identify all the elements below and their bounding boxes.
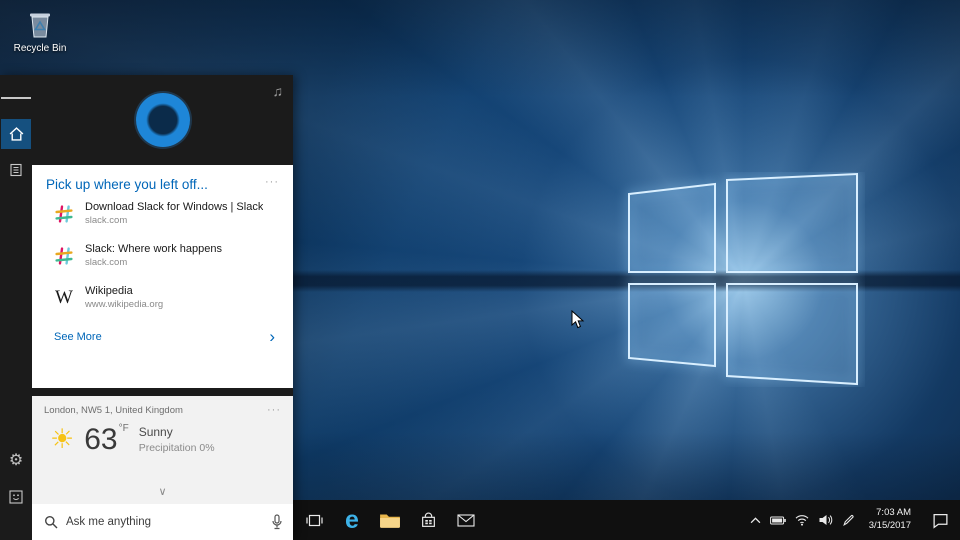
pickup-card: Pick up where you left off... ··· Downlo… xyxy=(32,165,293,388)
cortana-main: ♫ Pick up where you left off... ··· xyxy=(32,75,293,540)
mouse-cursor xyxy=(571,310,585,330)
notebook-icon xyxy=(9,163,23,177)
more-options-icon[interactable]: ··· xyxy=(267,405,281,416)
file-explorer-button[interactable] xyxy=(371,500,409,540)
battery-icon xyxy=(770,515,786,526)
action-center-button[interactable] xyxy=(925,500,955,540)
weather-card[interactable]: London, NW5 1, United Kingdom ··· ☀ 63°F… xyxy=(32,396,293,504)
more-options-icon[interactable]: ··· xyxy=(265,177,279,188)
file-explorer-icon xyxy=(379,511,401,529)
list-item-slack-home[interactable]: Slack: Where work happens slack.com xyxy=(46,234,279,276)
temperature-unit: °F xyxy=(119,423,129,434)
pickup-card-title: Pick up where you left off... xyxy=(46,177,208,192)
chevron-down-icon: ∨ xyxy=(158,486,166,498)
list-item-title: Slack: Where work happens xyxy=(85,243,222,255)
volume-tray-button[interactable] xyxy=(818,500,833,540)
store-icon xyxy=(420,512,437,529)
feedback-smiley-icon xyxy=(9,490,23,504)
hamburger-menu-button[interactable] xyxy=(1,83,31,113)
weather-condition: Sunny xyxy=(139,425,215,439)
mail-icon xyxy=(457,514,475,527)
pen-icon xyxy=(842,514,855,527)
recycle-bin-shortcut[interactable]: Recycle Bin xyxy=(8,8,72,54)
home-icon xyxy=(9,127,24,141)
cortana-rail: ⚙ xyxy=(0,75,32,540)
slack-icon xyxy=(54,204,74,224)
battery-tray-button[interactable] xyxy=(770,500,786,540)
list-item-subtitle: slack.com xyxy=(85,257,222,268)
weather-summary: ☀ 63°F Sunny Precipitation 0% xyxy=(44,424,281,455)
weather-temperature: 63°F xyxy=(84,424,128,455)
taskbar-spacer xyxy=(485,500,750,540)
list-item-subtitle: www.wikipedia.org xyxy=(85,299,163,310)
desktop-screen: Recycle Bin ⚙ xyxy=(0,0,960,540)
chevron-right-icon: › xyxy=(269,328,275,345)
windows-ink-button[interactable] xyxy=(842,500,855,540)
store-button[interactable] xyxy=(409,500,447,540)
list-item-title: Wikipedia xyxy=(85,285,163,297)
list-item-slack-download[interactable]: Download Slack for Windows | Slack slack… xyxy=(46,192,279,234)
chevron-up-icon xyxy=(750,517,761,524)
feedback-button[interactable] xyxy=(1,482,31,512)
see-more-label: See More xyxy=(54,331,102,343)
network-tray-button[interactable] xyxy=(795,500,809,540)
weather-location: London, NW5 1, United Kingdom xyxy=(44,405,183,416)
slack-icon xyxy=(54,246,74,266)
gear-icon: ⚙ xyxy=(9,453,23,469)
list-item-wikipedia[interactable]: W Wikipedia www.wikipedia.org xyxy=(46,276,279,318)
clock-date: 3/15/2017 xyxy=(869,520,911,533)
edge-browser-button[interactable]: e xyxy=(333,500,371,540)
cortana-logo xyxy=(136,93,190,147)
settings-button[interactable]: ⚙ xyxy=(1,446,31,476)
weather-precipitation: Precipitation 0% xyxy=(139,442,215,454)
action-center-icon xyxy=(932,512,949,529)
wifi-icon xyxy=(795,514,809,526)
task-view-icon xyxy=(305,513,324,528)
edge-icon: e xyxy=(345,508,359,533)
cortana-panel: ⚙ ♫ Pick xyxy=(0,75,293,540)
mail-button[interactable] xyxy=(447,500,485,540)
show-hidden-icons-button[interactable] xyxy=(750,500,761,540)
see-more-link[interactable]: See More › xyxy=(46,328,279,345)
system-tray: 7:03 AM 3/15/2017 xyxy=(750,500,960,540)
task-view-button[interactable] xyxy=(295,500,333,540)
music-note-icon: ♫ xyxy=(273,83,284,99)
recycle-bin-icon xyxy=(23,8,57,42)
cortana-search-bar xyxy=(32,504,293,540)
music-search-button[interactable]: ♫ xyxy=(273,83,284,99)
recycle-bin-label: Recycle Bin xyxy=(8,43,72,54)
search-icon xyxy=(44,515,58,529)
cortana-header: ♫ xyxy=(32,75,293,165)
weather-expand-button[interactable]: ∨ xyxy=(44,485,281,500)
microphone-icon[interactable] xyxy=(271,514,283,530)
clock-time: 7:03 AM xyxy=(869,507,911,520)
list-item-subtitle: slack.com xyxy=(85,215,263,226)
volume-icon xyxy=(818,514,833,526)
list-item-title: Download Slack for Windows | Slack xyxy=(85,201,263,213)
notebook-button[interactable] xyxy=(1,155,31,185)
home-button[interactable] xyxy=(1,119,31,149)
sunny-weather-icon: ☀ xyxy=(50,426,74,453)
search-input[interactable] xyxy=(66,516,263,528)
taskbar-clock[interactable]: 7:03 AM 3/15/2017 xyxy=(864,507,916,533)
wikipedia-icon: W xyxy=(54,287,74,309)
